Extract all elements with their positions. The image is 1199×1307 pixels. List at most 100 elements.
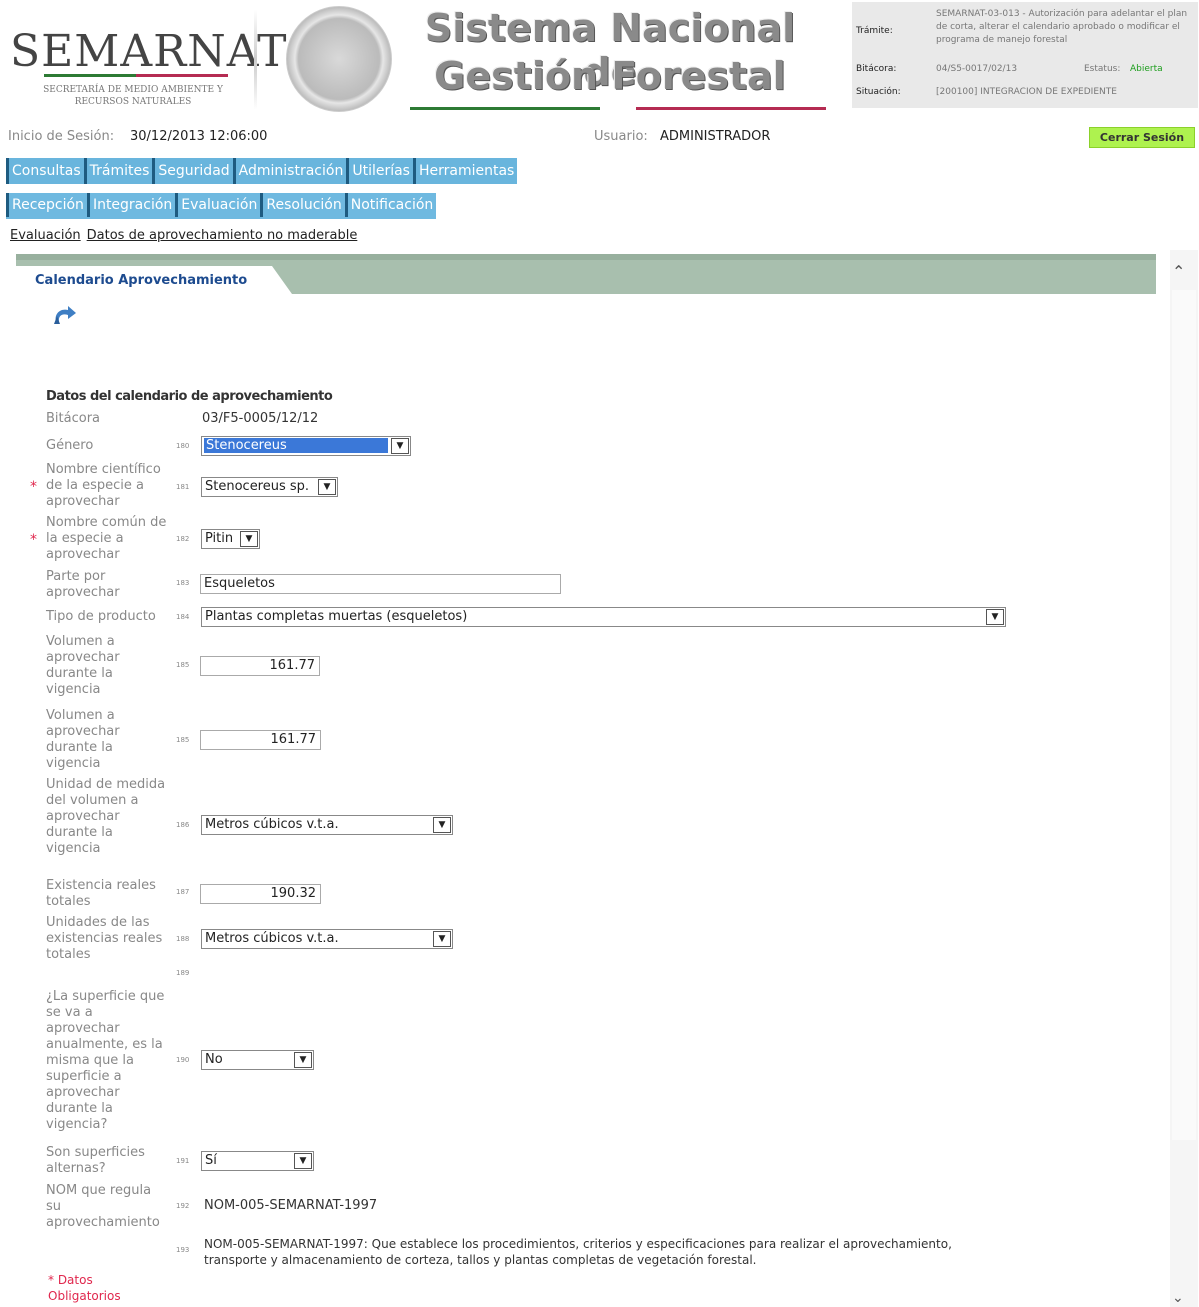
parte-input[interactable]: Esqueletos	[200, 574, 561, 594]
unidades-existencias-select[interactable]: Metros cúbicos v.t.a. ▼	[201, 929, 453, 949]
logout-button[interactable]: Cerrar Sesión	[1089, 127, 1195, 148]
menu-item-tramites[interactable]: Trámites	[83, 158, 153, 184]
tipo-producto-selected-value: Plantas completas muertas (esqueletos)	[205, 609, 468, 624]
tipo-producto-select[interactable]: Plantas completas muertas (esqueletos) ▼	[201, 607, 1006, 627]
bitacora-value: 04/S5-0017/02/13	[936, 64, 1018, 74]
chevron-down-icon: ▼	[240, 531, 258, 547]
alternas-select[interactable]: Sí ▼	[201, 1151, 314, 1171]
user-label: Usuario:	[594, 129, 648, 144]
tipo-producto-label: Tipo de producto	[46, 609, 156, 624]
menu-item-administracion[interactable]: Administración	[232, 158, 347, 184]
unidad-medida-number: 186	[176, 821, 190, 829]
submenu-item-integracion[interactable]: Integración	[86, 193, 175, 217]
nombre-cientifico-selected-value: Stenocereus sp.	[205, 479, 310, 494]
alternas-selected-value: Sí	[205, 1153, 217, 1168]
nombre-cientifico-label: Nombre científico de la especie a aprove…	[46, 462, 161, 509]
header-separator	[254, 10, 257, 110]
chevron-down-icon: ▼	[986, 609, 1004, 625]
chevron-down-icon: ▼	[391, 438, 409, 454]
bitacora-label: Bitácora:	[856, 64, 897, 74]
submenu-item-resolucion[interactable]: Resolución	[260, 193, 344, 217]
genero-label: Género	[46, 438, 94, 453]
parte-number: 183	[176, 579, 190, 587]
chevron-down-icon: ▼	[318, 479, 336, 495]
unidad-medida-selected-value: Metros cúbicos v.t.a.	[205, 817, 339, 832]
nombre-comun-selected-value: Pitin	[205, 531, 234, 546]
logo-green-bar	[44, 74, 136, 77]
genero-select[interactable]: Stenocereus ▼	[201, 436, 411, 456]
nombre-cientifico-number: 181	[176, 483, 190, 491]
volumen1-number: 185	[176, 661, 190, 669]
undo-icon[interactable]	[50, 304, 78, 328]
bitacora-field-label: Bitácora	[46, 411, 101, 426]
title-red-line	[636, 107, 826, 110]
nombre-comun-select[interactable]: Pitin ▼	[201, 529, 260, 549]
tramite-label: Trámite:	[856, 26, 893, 36]
unidades-existencias-number: 188	[176, 935, 190, 943]
menu-item-consultas[interactable]: Consultas	[6, 158, 84, 184]
nom-value: NOM-005-SEMARNAT-1997	[204, 1198, 378, 1213]
semarnat-logo: SEMARNAT	[10, 26, 288, 77]
submenu-item-evaluacion[interactable]: Evaluación	[175, 193, 260, 217]
login-label: Inicio de Sesión:	[8, 129, 115, 144]
existencia-number: 187	[176, 888, 190, 896]
volumen1-input[interactable]: 161.77	[200, 656, 320, 676]
menu-item-seguridad[interactable]: Seguridad	[152, 158, 232, 184]
unidad-medida-select[interactable]: Metros cúbicos v.t.a. ▼	[201, 815, 453, 835]
scrollbar-thumb[interactable]	[1172, 290, 1196, 1140]
system-title-line2: Gestión Forestal	[434, 54, 786, 98]
superficie-number: 190	[176, 1056, 190, 1064]
submenu-item-recepcion[interactable]: Recepción	[6, 193, 87, 217]
tramite-info-box: Trámite: SEMARNAT-03-013 - Autorización …	[852, 2, 1198, 108]
submenu-item-notificacion[interactable]: Notificación	[344, 193, 437, 217]
estatus-label: Estatus:	[1084, 64, 1121, 74]
tab-calendario-aprovechamiento[interactable]: Calendario Aprovechamiento	[35, 273, 247, 288]
unidad-medida-label: Unidad de medida del volumen a aprovecha…	[46, 777, 166, 856]
existencia-label: Existencia reales totales	[46, 878, 156, 909]
form-section-title: Datos del calendario de aprovechamiento	[46, 389, 333, 404]
nom-description: NOM-005-SEMARNAT-1997: Que establece los…	[204, 1237, 952, 1267]
breadcrumb-datos-aprovechamiento[interactable]: Datos de aprovechamiento no maderable	[87, 228, 358, 243]
volumen2-number: 185	[176, 736, 190, 744]
nombre-comun-number: 182	[176, 535, 190, 543]
chevron-down-icon: ▼	[433, 931, 451, 947]
nom-label: NOM que regula su aprovechamiento	[46, 1183, 160, 1230]
tramite-value: SEMARNAT-03-013 - Autorización para adel…	[936, 9, 1188, 45]
chevron-down-icon: ▼	[294, 1153, 312, 1169]
scroll-up-icon[interactable]: ⌃	[1172, 262, 1185, 281]
logo-red-bar	[136, 74, 228, 77]
genero-number: 180	[176, 442, 190, 450]
unidades-existencias-label: Unidades de las existencias reales total…	[46, 915, 163, 962]
chevron-down-icon: ▼	[433, 817, 451, 833]
blank-field-number: 189	[176, 969, 190, 977]
menu-item-herramientas[interactable]: Herramientas	[412, 158, 517, 184]
breadcrumb: Evaluación Datos de aprovechamiento no ma…	[10, 228, 363, 243]
alternas-number: 191	[176, 1157, 190, 1165]
logo-subtitle: SECRETARÍA DE MEDIO AMBIENTE Y RECURSOS …	[43, 85, 223, 107]
chevron-down-icon: ▼	[294, 1052, 312, 1068]
menu-item-utilerias[interactable]: Utilerías	[346, 158, 413, 184]
required-asterisk: *	[30, 479, 37, 495]
genero-selected-value: Stenocereus	[204, 438, 388, 453]
situacion-label: Situación:	[856, 87, 901, 97]
scroll-down-icon[interactable]: ⌄	[1172, 1290, 1184, 1306]
superficie-label: ¿La superficie que se va a aprovechar an…	[46, 989, 165, 1132]
volumen1-label: Volumen a aprovechar durante la vigencia	[46, 634, 120, 697]
nombre-comun-label: Nombre común de la especie a aprovechar	[46, 515, 167, 562]
situacion-value: [200100] INTEGRACION DE EXPEDIENTE	[936, 87, 1117, 97]
superficie-select[interactable]: No ▼	[201, 1050, 314, 1070]
tipo-producto-number: 184	[176, 613, 190, 621]
nombre-cientifico-select[interactable]: Stenocereus sp. ▼	[201, 477, 338, 497]
bitacora-field-value: 03/F5-0005/12/12	[202, 411, 319, 426]
estatus-value: Abierta	[1130, 64, 1163, 74]
breadcrumb-evaluacion[interactable]: Evaluación	[10, 228, 81, 243]
parte-label: Parte por aprovechar	[46, 569, 120, 600]
existencia-input[interactable]: 190.32	[200, 884, 321, 904]
nom-description-number: 193	[176, 1246, 190, 1254]
volumen2-input[interactable]: 161.77	[200, 730, 321, 750]
title-green-line	[410, 107, 600, 110]
alternas-label: Son superficies alternas?	[46, 1145, 145, 1176]
required-asterisk: *	[30, 532, 37, 548]
main-menu: Consultas Trámites Seguridad Administrac…	[6, 158, 518, 184]
login-value: 30/12/2013 12:06:00	[130, 129, 268, 144]
